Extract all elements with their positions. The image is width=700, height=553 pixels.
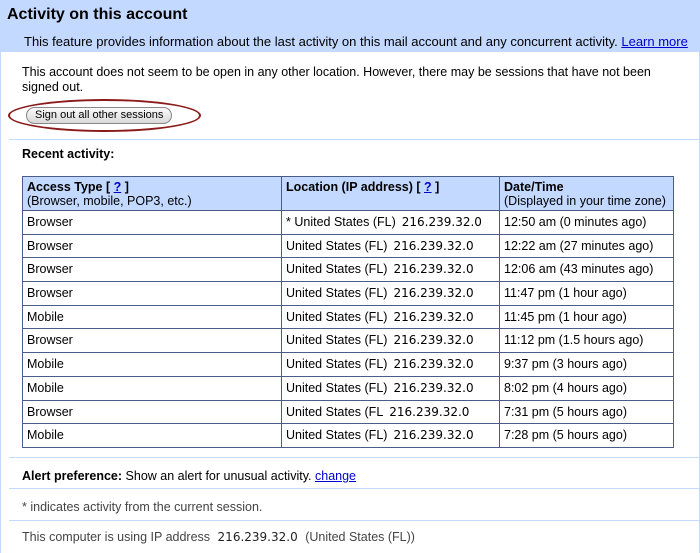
date-time-cell: 12:06 am (43 minutes ago) <box>499 257 674 283</box>
activity-body: This account does not seem to be open in… <box>0 52 700 553</box>
table-row: Mobile United States (FL) 216.239.32.0 8:… <box>22 375 674 401</box>
access-type-cell: Browser <box>22 257 282 283</box>
table-row: Mobile United States (FL) 216.239.32.0 11… <box>22 304 674 330</box>
table-header-row: Access Type [ ? ] (Browser, mobile, POP3… <box>22 176 674 211</box>
access-type-header-sub: (Browser, mobile, POP3, etc.) <box>27 194 192 208</box>
table-row: Browser United States (FL) 216.239.32.0 1… <box>22 257 674 283</box>
alert-preference-label: Alert preference: <box>22 469 123 483</box>
access-type-cell: Browser <box>22 233 282 259</box>
access-type-help-link[interactable]: ? <box>114 180 122 194</box>
activity-page: Activity on this account This feature pr… <box>0 0 700 553</box>
access-type-cell: Browser <box>22 328 282 354</box>
ip-address: 216.239.32.0 <box>393 357 474 372</box>
location-text: United States (FL) <box>286 357 388 372</box>
subtitle-text: This feature provides information about … <box>24 34 618 49</box>
location-help-link[interactable]: ? <box>424 180 432 194</box>
page-subtitle: This feature provides information about … <box>7 34 700 49</box>
alert-preference-text: Show an alert for unusual activity. <box>125 469 312 483</box>
divider <box>9 488 699 489</box>
location-text: United States (FL) <box>286 333 388 348</box>
date-time-header-label: Date/Time <box>504 180 564 194</box>
location-cell: United States (FL 216.239.32.0 <box>281 399 500 425</box>
signout-highlight-ring: Sign out all other sessions <box>8 99 201 132</box>
access-type-cell: Mobile <box>22 352 282 377</box>
location-cell: United States (FL) 216.239.32.0 <box>281 352 500 377</box>
location-cell: United States (FL) 216.239.32.0 <box>281 328 500 354</box>
learn-more-link[interactable]: Learn more <box>621 34 687 49</box>
date-time-cell: 11:45 pm (1 hour ago) <box>499 304 674 330</box>
location-cell: United States (FL) 216.239.32.0 <box>281 233 500 259</box>
ip-address: 216.239.32.0 <box>393 286 474 301</box>
date-time-cell: 8:02 pm (4 hours ago) <box>499 375 674 401</box>
location-text: United States (FL) <box>286 380 388 395</box>
ip-address: 216.239.32.0 <box>393 428 474 443</box>
activity-table: Access Type [ ? ] (Browser, mobile, POP3… <box>22 176 674 448</box>
location-cell: United States (FL) 216.239.32.0 <box>281 423 500 448</box>
divider <box>9 139 699 140</box>
change-alert-link[interactable]: change <box>315 469 356 483</box>
page-title: Activity on this account <box>7 6 188 23</box>
table-row: Mobile United States (FL) 216.239.32.0 9:… <box>22 352 674 377</box>
location-cell: United States (FL) 216.239.32.0 <box>281 257 500 283</box>
location-cell: United States (FL) 216.239.32.0 <box>281 304 500 330</box>
table-row: Browser United States (FL 216.239.32.0 7:… <box>22 399 674 425</box>
date-time-header-sub: (Displayed in your time zone) <box>504 194 666 208</box>
access-type-cell: Browser <box>22 399 282 425</box>
table-row: Mobile United States (FL) 216.239.32.0 7:… <box>22 423 674 448</box>
ip-address: 216.239.32.0 <box>389 404 470 419</box>
ip-address: 216.239.32.0 <box>393 262 474 277</box>
location-header-label: Location (IP address) <box>286 180 413 194</box>
location-text: United States (FL) <box>286 309 388 324</box>
table-row: Browser United States (FL) 216.239.32.0 1… <box>22 281 674 306</box>
date-time-cell: 7:31 pm (5 hours ago) <box>499 399 674 425</box>
ip-address: 216.239.32.0 <box>401 215 482 229</box>
table-row: Browser * United States (FL) 216.239.32.0… <box>22 210 674 235</box>
location-cell: * United States (FL) 216.239.32.0 <box>281 210 500 235</box>
date-time-cell: 12:50 am (0 minutes ago) <box>499 210 674 235</box>
date-time-cell: 11:47 pm (1 hour ago) <box>499 281 674 306</box>
location-cell: United States (FL) 216.239.32.0 <box>281 281 500 306</box>
date-time-cell: 11:12 pm (1.5 hours ago) <box>499 328 674 354</box>
access-type-cell: Browser <box>22 281 282 306</box>
ip-address: 216.239.32.0 <box>393 238 474 253</box>
current-ip-info: This computer is using IP address 216.23… <box>22 530 415 544</box>
access-type-header-label: Access Type <box>27 180 103 194</box>
ip-info-prefix: This computer is using IP address <box>22 530 211 544</box>
location-text: United States (FL) <box>286 238 388 253</box>
access-type-cell: Browser <box>22 210 282 235</box>
location-text: United States (FL) <box>286 286 388 301</box>
divider <box>9 457 699 458</box>
date-time-header: Date/Time (Displayed in your time zone) <box>499 176 674 211</box>
activity-header: Activity on this account This feature pr… <box>0 0 700 52</box>
recent-activity-label: Recent activity: <box>22 147 115 161</box>
ip-address: 216.239.32.0 <box>393 380 474 395</box>
date-time-cell: 12:22 am (27 minutes ago) <box>499 233 674 259</box>
access-type-header: Access Type [ ? ] (Browser, mobile, POP3… <box>22 176 282 211</box>
current-ip-location: (United States (FL)) <box>305 530 415 544</box>
table-row: Browser United States (FL) 216.239.32.0 1… <box>22 328 674 354</box>
ip-address: 216.239.32.0 <box>393 309 474 324</box>
date-time-cell: 7:28 pm (5 hours ago) <box>499 423 674 448</box>
location-header: Location (IP address) [ ? ] <box>281 176 500 211</box>
divider <box>9 520 699 521</box>
location-text: United States (FL <box>286 404 384 419</box>
location-text: * United States (FL) <box>286 215 396 229</box>
alert-preference: Alert preference: Show an alert for unus… <box>22 469 356 483</box>
access-type-cell: Mobile <box>22 304 282 330</box>
location-text: United States (FL) <box>286 262 388 277</box>
location-cell: United States (FL) 216.239.32.0 <box>281 375 500 401</box>
current-session-footnote: * indicates activity from the current se… <box>22 500 263 514</box>
date-time-cell: 9:37 pm (3 hours ago) <box>499 352 674 377</box>
ip-address: 216.239.32.0 <box>393 333 474 348</box>
session-notice: This account does not seem to be open in… <box>22 65 651 94</box>
current-ip-address: 216.239.32.0 <box>217 530 298 544</box>
access-type-cell: Mobile <box>22 423 282 448</box>
location-text: United States (FL) <box>286 428 388 443</box>
access-type-cell: Mobile <box>22 375 282 401</box>
table-row: Browser United States (FL) 216.239.32.0 1… <box>22 233 674 259</box>
sign-out-all-sessions-button[interactable]: Sign out all other sessions <box>26 107 173 124</box>
